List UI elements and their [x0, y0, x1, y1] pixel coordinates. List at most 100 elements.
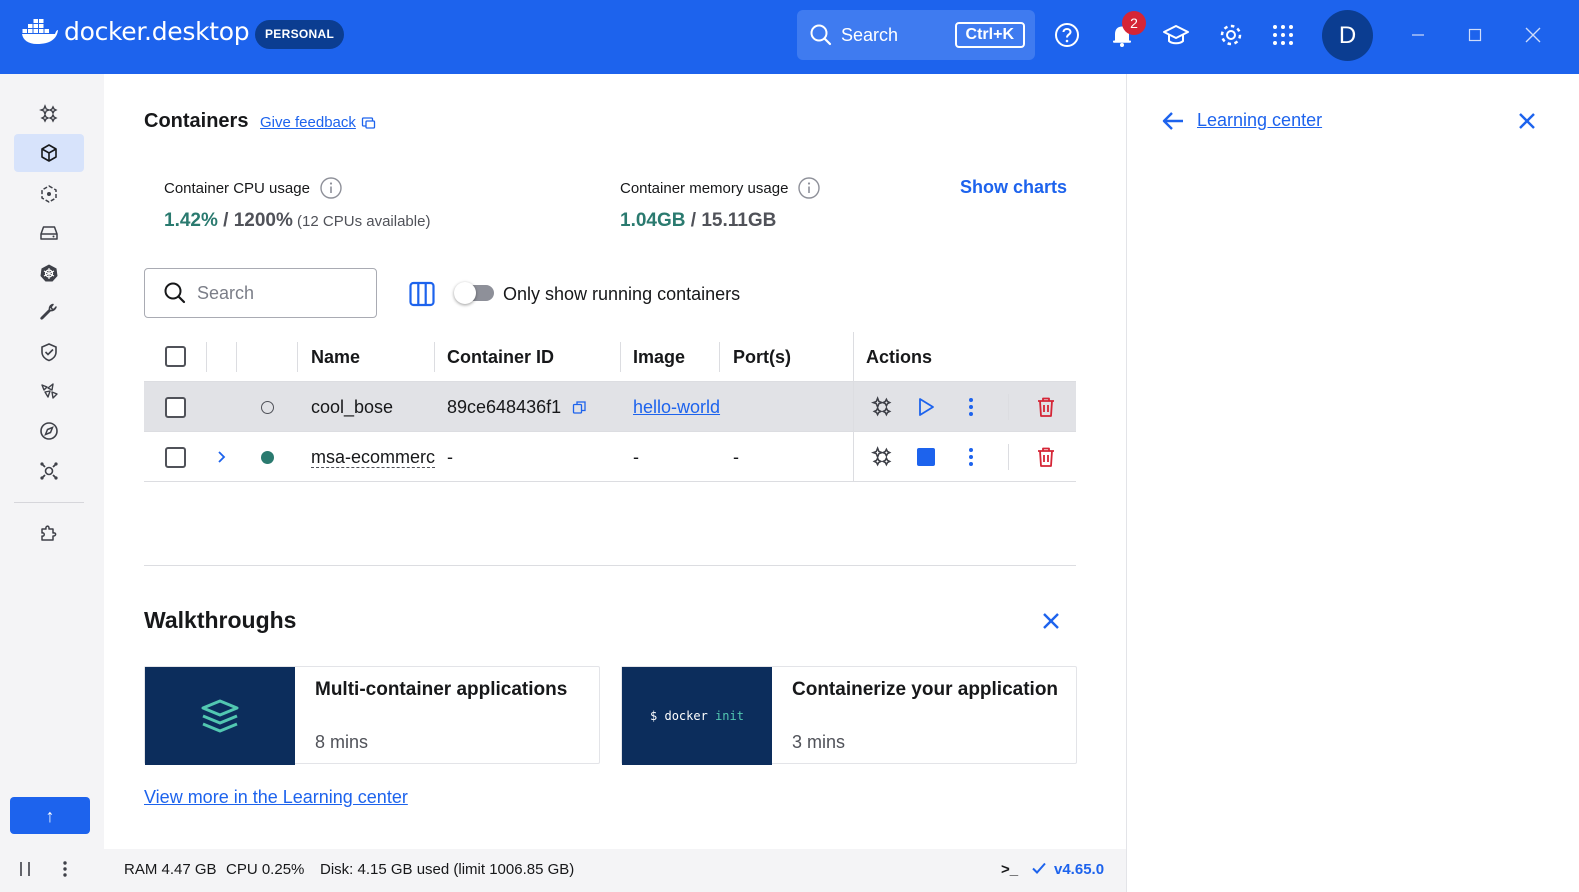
- show-charts-button[interactable]: Show charts: [960, 177, 1067, 198]
- update-status-button[interactable]: [1031, 860, 1047, 880]
- ask-gordon-button[interactable]: [869, 394, 895, 420]
- row-checkbox[interactable]: [165, 397, 186, 418]
- column-divider: [297, 342, 298, 372]
- column-header-name[interactable]: Name: [311, 347, 360, 368]
- nav-images[interactable]: [14, 175, 84, 213]
- toggle-sidebar-button[interactable]: [18, 859, 32, 883]
- close-icon: [1519, 113, 1535, 129]
- learning-center-title-link[interactable]: Learning center: [1197, 110, 1322, 131]
- containers-icon: [41, 144, 57, 162]
- column-chooser-button[interactable]: [406, 278, 438, 310]
- walkthroughs-title: Walkthroughs: [144, 607, 297, 633]
- container-search-box[interactable]: [144, 268, 377, 318]
- containers-page: Containers Give feedback Container CPU u…: [104, 74, 1126, 849]
- image-name: -: [633, 447, 639, 467]
- minimize-window-button[interactable]: [1405, 22, 1431, 48]
- walkthrough-card-multi-container[interactable]: Multi-container applications 8 mins: [144, 666, 600, 765]
- search-icon: [164, 282, 186, 304]
- logo-text: docker.desktop: [64, 16, 250, 46]
- select-all-checkbox[interactable]: [165, 346, 186, 367]
- disk-usage: Disk: 4.15 GB used (limit 1006.85 GB): [320, 861, 575, 878]
- footer-menu-button[interactable]: [62, 859, 68, 883]
- images-icon: [41, 185, 57, 203]
- close-walkthroughs-button[interactable]: [1039, 609, 1063, 633]
- more-vertical-icon: [969, 448, 973, 466]
- nav-builds[interactable]: [14, 293, 84, 331]
- copy-icon[interactable]: [572, 400, 587, 415]
- settings-button[interactable]: [1216, 20, 1246, 50]
- row-checkbox[interactable]: [165, 447, 186, 468]
- more-actions-button[interactable]: [958, 444, 984, 470]
- global-search-button[interactable]: Search Ctrl+K: [797, 10, 1035, 60]
- wrench-icon: [40, 303, 57, 320]
- maximize-icon: [1468, 28, 1482, 42]
- delete-container-button[interactable]: [1033, 394, 1059, 420]
- help-icon: [1055, 23, 1079, 47]
- nav-ask-gordon[interactable]: [14, 95, 84, 133]
- learning-center-panel: Learning center: [1126, 74, 1579, 892]
- column-divider: [620, 342, 621, 372]
- user-avatar[interactable]: D: [1322, 10, 1373, 61]
- close-window-button[interactable]: [1520, 22, 1546, 48]
- column-header-image[interactable]: Image: [633, 347, 685, 368]
- cpu-total: 1200%: [233, 210, 293, 231]
- nav-extensions-marketplace[interactable]: [14, 412, 84, 450]
- table-row[interactable]: cool_bose 89ce648436f1 hello-world: [144, 382, 1076, 432]
- give-feedback-label: Give feedback: [260, 114, 356, 131]
- walkthrough-card-containerize[interactable]: $ docker init Containerize your applicat…: [621, 666, 1077, 765]
- stop-container-button[interactable]: [913, 444, 939, 470]
- cpu-used: 1.42%: [164, 210, 218, 231]
- close-panel-button[interactable]: [1515, 109, 1539, 133]
- version-label[interactable]: v4.65.0: [1054, 861, 1104, 878]
- scroll-to-top-button[interactable]: ↑: [10, 797, 90, 834]
- gear-icon: [1220, 24, 1242, 46]
- start-container-button[interactable]: [913, 394, 939, 420]
- docker-logo[interactable]: docker.desktop: [22, 16, 250, 46]
- nav-models[interactable]: [14, 372, 84, 410]
- maximize-window-button[interactable]: [1462, 22, 1488, 48]
- image-link[interactable]: hello-world: [633, 397, 720, 418]
- extensions-grid-button[interactable]: [1268, 20, 1298, 50]
- give-feedback-link[interactable]: Give feedback: [260, 114, 376, 131]
- column-header-ports[interactable]: Port(s): [733, 347, 791, 368]
- nav-volumes[interactable]: [14, 214, 84, 252]
- running-only-label: Only show running containers: [503, 284, 741, 304]
- more-actions-button[interactable]: [958, 394, 984, 420]
- actions-column-divider: [853, 332, 854, 482]
- delete-container-button[interactable]: [1033, 444, 1059, 470]
- memory-separator: /: [685, 210, 702, 231]
- nav-kubernetes[interactable]: [14, 254, 84, 292]
- table-row[interactable]: msa-ecommerc - - -: [144, 432, 1076, 482]
- nav-add-extensions[interactable]: [14, 513, 84, 551]
- container-name[interactable]: msa-ecommerc: [311, 447, 436, 468]
- info-icon[interactable]: [319, 176, 343, 200]
- walkthrough-title: Containerize your application: [792, 679, 1059, 700]
- nav-divider: [14, 502, 84, 503]
- learning-button[interactable]: [1161, 20, 1191, 50]
- plan-badge[interactable]: PERSONAL: [255, 20, 345, 49]
- graduation-cap-icon: [1163, 25, 1189, 45]
- ask-gordon-button[interactable]: [869, 444, 895, 470]
- container-name[interactable]: cool_bose: [311, 397, 393, 418]
- view-more-learning-center-link[interactable]: View more in the Learning center: [144, 787, 408, 808]
- help-button[interactable]: [1052, 20, 1082, 50]
- nav-mcp-toolkit[interactable]: [14, 452, 84, 490]
- left-sidebar: ↑: [0, 74, 104, 892]
- sparkle-icon: [39, 104, 58, 123]
- container-search-input[interactable]: [197, 282, 357, 304]
- nav-docker-scout[interactable]: [14, 333, 84, 371]
- nav-containers[interactable]: [14, 134, 84, 172]
- arrow-left-icon: [1162, 112, 1183, 130]
- stop-icon: [917, 448, 935, 466]
- trash-icon: [1038, 447, 1054, 467]
- running-only-toggle[interactable]: [454, 282, 494, 304]
- back-button[interactable]: [1161, 109, 1185, 133]
- column-header-actions: Actions: [866, 347, 933, 367]
- terminal-button[interactable]: >_: [1001, 861, 1018, 878]
- cpu-usage-value: 1.42% / 1200% (12 CPUs available): [164, 210, 430, 232]
- code-prefix: $ docker: [650, 709, 708, 723]
- info-icon[interactable]: [797, 176, 821, 200]
- chevron-right-icon[interactable]: [216, 450, 228, 464]
- column-header-container-id[interactable]: Container ID: [447, 347, 554, 368]
- column-divider: [236, 342, 237, 372]
